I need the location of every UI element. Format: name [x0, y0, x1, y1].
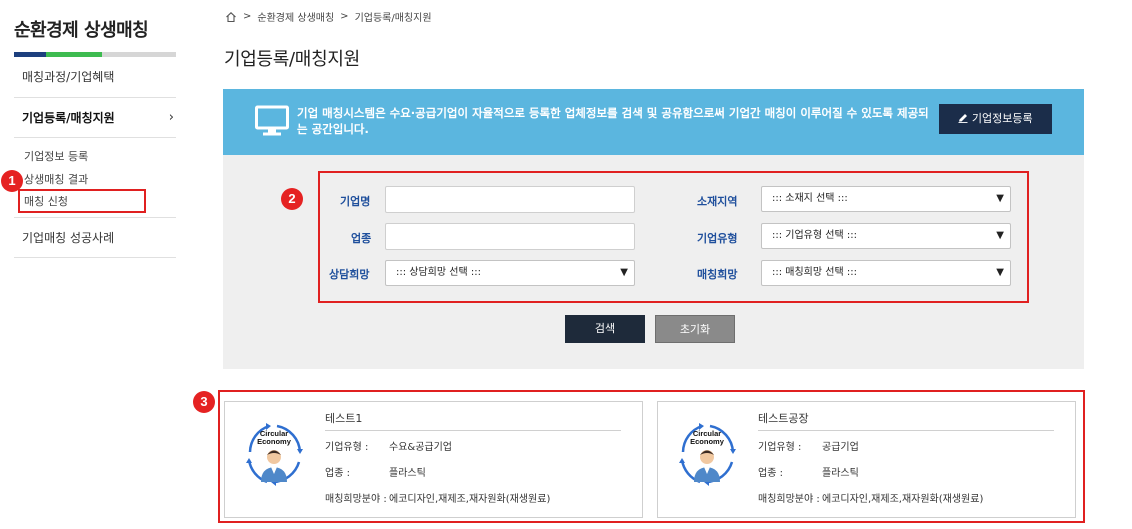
sidebar-item-label: 기업등록/매칭지원 — [22, 111, 115, 125]
sidebar-item-registration-matching[interactable]: 기업등록/매칭지원 › — [14, 98, 176, 138]
breadcrumb-item[interactable]: 순환경제 상생매칭 — [257, 9, 334, 24]
highlight-box-results — [218, 390, 1085, 523]
highlight-box-search-filters — [318, 171, 1029, 303]
bar-segment-green — [46, 52, 102, 57]
page-title: 기업등록/매칭지원 — [224, 49, 360, 70]
company-register-button[interactable]: 기업정보등록 — [939, 104, 1052, 134]
annotation-badge-2: 2 — [281, 188, 303, 210]
highlight-box-matching-request — [18, 189, 146, 213]
sidebar-subitem-matching-results[interactable]: 상생매칭 결과 — [24, 171, 88, 187]
sidebar-item-matching-process[interactable]: 매칭과정/기업혜택 — [14, 62, 176, 98]
breadcrumb-item[interactable]: 기업등록/매칭지원 — [355, 9, 432, 24]
sidebar-title: 순환경제 상생매칭 — [14, 20, 149, 41]
breadcrumb-separator: > — [340, 11, 349, 22]
banner-description: 기업 매칭시스템은 수요·공급기업이 자율적으로 등록한 업체정보를 검색 및 … — [297, 106, 929, 136]
sidebar-item-label: 매칭과정/기업혜택 — [22, 70, 115, 84]
search-button[interactable]: 검색 — [565, 315, 645, 343]
breadcrumb: > 순환경제 상생매칭 > 기업등록/매칭지원 — [225, 9, 432, 24]
sidebar-item-success-cases[interactable]: 기업매칭 성공사례 — [14, 218, 176, 258]
company-register-label: 기업정보등록 — [971, 112, 1033, 125]
info-banner: 기업 매칭시스템은 수요·공급기업이 자율적으로 등록한 업체정보를 검색 및 … — [223, 89, 1084, 155]
chevron-right-icon: › — [168, 110, 174, 125]
monitor-icon — [255, 105, 289, 136]
bar-segment-navy — [14, 52, 46, 57]
sidebar-item-label: 기업매칭 성공사례 — [22, 231, 115, 245]
pencil-icon — [958, 114, 968, 123]
sidebar-title-bar — [14, 52, 176, 57]
home-icon[interactable] — [225, 11, 237, 23]
reset-button[interactable]: 초기화 — [655, 315, 735, 343]
bar-segment-gray — [102, 52, 176, 57]
breadcrumb-separator: > — [243, 11, 252, 22]
annotation-badge-3: 3 — [193, 391, 215, 413]
annotation-badge-1: 1 — [1, 170, 23, 192]
sidebar-subitem-company-registration[interactable]: 기업정보 등록 — [24, 148, 88, 164]
